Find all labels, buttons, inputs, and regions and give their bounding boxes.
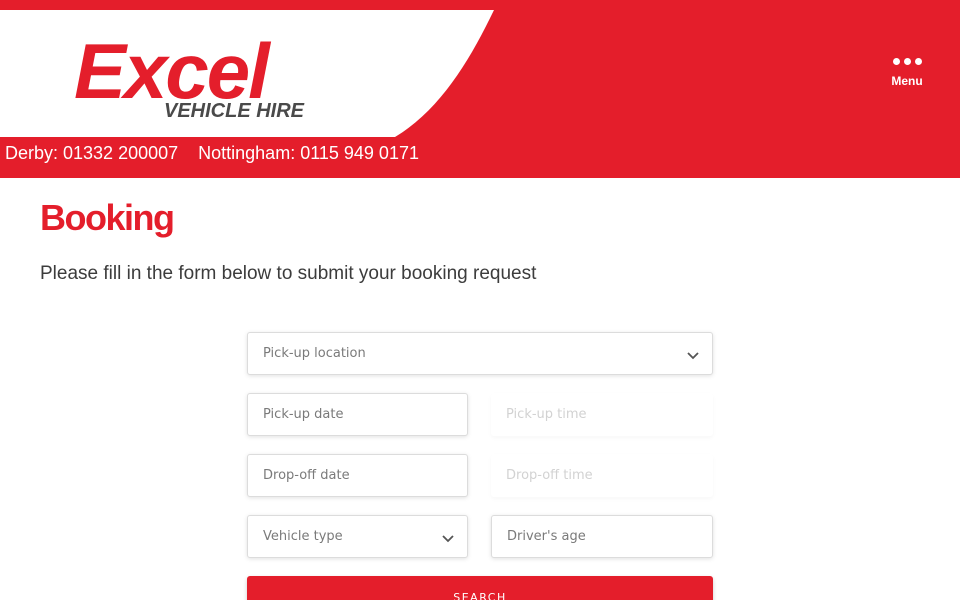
vehicle-type-select[interactable]: Vehicle type [247,515,468,558]
logo-wordmark: Excel [74,27,270,115]
logo-tagline: VEHICLE HIRE [164,100,305,122]
pickup-location-label: Pick-up location [263,346,366,361]
site-header: Excel VEHICLE HIRE Menu Derby: 01332 200… [0,0,960,178]
vehicle-type-label: Vehicle type [263,529,343,544]
intro-text: Please fill in the form below to submit … [40,263,537,284]
chevron-down-icon [687,352,699,360]
dropoff-date-field[interactable]: Drop-off date [247,454,468,497]
dropoff-date-label: Drop-off date [263,468,350,483]
dropoff-time-field[interactable]: Drop-off time [491,454,713,497]
pickup-time-field[interactable]: Pick-up time [491,393,713,436]
phone-nottingham[interactable]: Nottingham: 0115 949 0171 [198,143,419,167]
contact-phones: Derby: 01332 200007 Nottingham: 0115 949… [5,143,419,167]
pickup-location-select[interactable]: Pick-up location [247,332,713,375]
ellipsis-icon [892,58,922,65]
menu-button[interactable]: Menu [880,52,934,102]
pickup-date-field[interactable]: Pick-up date [247,393,468,436]
dropoff-time-label: Drop-off time [506,468,593,483]
pickup-time-label: Pick-up time [506,407,587,422]
site-logo[interactable]: Excel VEHICLE HIRE [74,32,334,132]
menu-label: Menu [891,74,923,88]
driver-age-field[interactable]: Driver's age [491,515,713,558]
search-button[interactable]: SEARCH [247,576,713,600]
logo-banner: Excel VEHICLE HIRE [0,10,960,138]
phone-derby[interactable]: Derby: 01332 200007 [5,143,178,167]
page-title: Booking [40,197,175,238]
search-button-label: SEARCH [453,591,507,600]
chevron-down-icon [442,535,454,543]
pickup-date-label: Pick-up date [263,407,344,422]
driver-age-label: Driver's age [507,529,586,544]
